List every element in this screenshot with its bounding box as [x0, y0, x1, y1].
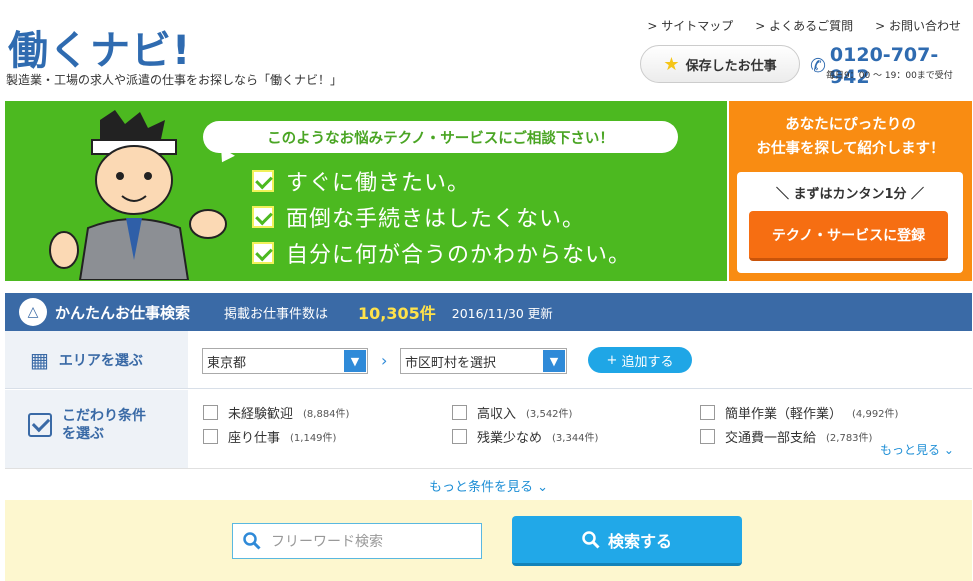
site-logo[interactable]: 働くナビ! [8, 18, 191, 76]
concern-item: すぐに働きたい。 [252, 163, 631, 199]
tagline: 製造業・工場の求人や派遣の仕事をお探しなら「働くナビ！」 [6, 73, 343, 87]
search-footer [5, 500, 972, 581]
checkbox[interactable] [452, 405, 467, 420]
checkbox[interactable] [203, 429, 218, 444]
register-banner-title: あなたにぴったりの お仕事を探して紹介します！ [756, 117, 945, 157]
search-icon [243, 532, 261, 550]
search-button[interactable]: 検索する [512, 516, 742, 566]
checkbox-icon [28, 413, 52, 437]
saved-jobs-button[interactable]: ★ 保存したお仕事 [640, 45, 800, 83]
condition-option[interactable]: 未経験歓迎 (8,884件) [203, 403, 349, 422]
plus-icon: + [606, 352, 618, 368]
business-hours: 毎日9：00 ～ 19：00まで受付 [826, 71, 953, 81]
link-contact[interactable]: お問い合わせ [875, 17, 961, 34]
check-icon [252, 206, 274, 228]
easy-note: ＼ まずはカンタン1分 ／ [775, 187, 925, 202]
more-options-link[interactable]: もっと見る ⌄ [880, 441, 954, 458]
search-header: △ かんたんお仕事検索 掲載お仕事件数は 10,305件 2016/11/30 … [5, 293, 972, 331]
condition-option[interactable]: 高収入 (3,542件) [452, 403, 572, 422]
saved-jobs-label: 保存したお仕事 [685, 58, 777, 74]
search-title: かんたんお仕事検索 [55, 303, 191, 322]
job-count: 10,305件 [358, 304, 436, 323]
area-label: ▦ エリアを選ぶ [30, 348, 143, 372]
link-faq[interactable]: よくあるご質問 [755, 17, 853, 34]
concern-item: 面倒な手続きはしたくない。 [252, 199, 631, 235]
add-area-button[interactable]: + 追加する [588, 347, 692, 373]
phone-number[interactable]: ✆ 0120-707-942 [810, 44, 973, 88]
condition-option[interactable]: 簡単作業（軽作業） (4,992件) [700, 403, 898, 422]
phone-icon: ✆ [810, 55, 826, 77]
prefecture-select[interactable]: 東京都 ▼ [202, 348, 368, 374]
job-count-label: 掲載お仕事件数は [224, 306, 329, 322]
link-sitemap[interactable]: サイトマップ [647, 17, 733, 34]
check-icon [252, 242, 274, 264]
map-icon: ▦ [30, 348, 49, 372]
chevron-right-icon: › [381, 351, 388, 370]
condition-option[interactable]: 交通費一部支給 (2,783件) [700, 427, 872, 446]
chevron-down-icon: ▼ [543, 350, 565, 372]
checkbox[interactable] [700, 405, 715, 420]
mascot-illustration [49, 110, 227, 280]
concern-list: すぐに働きたい。 面倒な手続きはしたくない。 自分に何が合うのかわからない。 [252, 163, 631, 271]
star-icon: ★ [663, 53, 680, 75]
chevron-down-icon: ▼ [344, 350, 366, 372]
speech-bubble: このようなお悩みテクノ・サービスにご相談下さい！ [203, 121, 678, 153]
freeword-input[interactable]: フリーワード検索 [232, 523, 482, 559]
top-links: サイトマップ よくあるご質問 お問い合わせ [647, 17, 961, 34]
search-icon [582, 530, 600, 549]
more-conditions-link[interactable]: もっと条件を見る ⌄ [5, 476, 972, 495]
updated-date: 2016/11/30 更新 [451, 305, 553, 321]
checkbox[interactable] [700, 429, 715, 444]
search-logo-icon: △ [19, 298, 47, 326]
check-icon [252, 170, 274, 192]
condition-option[interactable]: 残業少なめ (3,344件) [452, 427, 598, 446]
checkbox[interactable] [452, 429, 467, 444]
checkbox[interactable] [203, 405, 218, 420]
conditions-label: こだわり条件 を選ぶ [28, 407, 146, 443]
register-button[interactable]: テクノ・サービスに登録 [749, 211, 948, 261]
concern-item: 自分に何が合うのかわからない。 [252, 235, 631, 271]
condition-option[interactable]: 座り仕事 (1,149件) [203, 427, 336, 446]
city-select[interactable]: 市区町村を選択 ▼ [400, 348, 567, 374]
